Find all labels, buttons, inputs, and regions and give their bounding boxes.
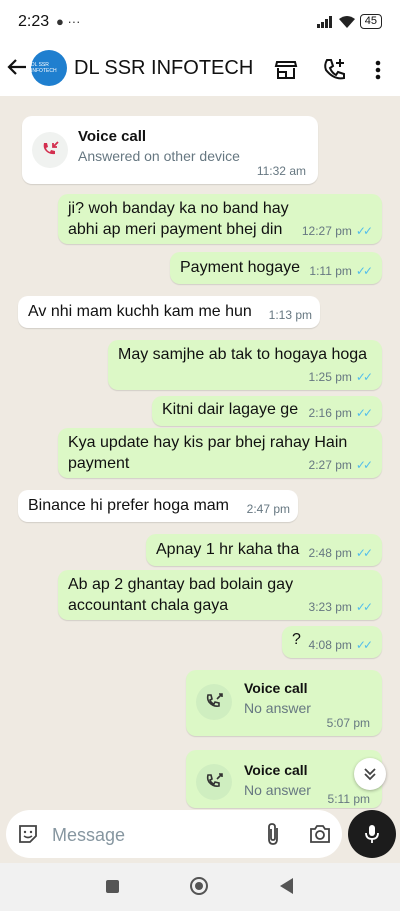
avatar-logo-text: DL SSR INFOTECH: [31, 62, 57, 74]
message-text: Payment hogaye: [180, 259, 301, 276]
attach-icon[interactable]: [262, 822, 284, 851]
system-nav-bar: [0, 863, 400, 911]
call-bubble[interactable]: Voice call No answer 5:07 pm: [186, 670, 382, 736]
message-text: ?: [292, 631, 301, 648]
read-ticks-icon: ✓✓: [355, 406, 373, 420]
mic-icon: [365, 825, 379, 843]
chevron-double-down-icon: [364, 768, 376, 781]
missed-call-icon: [32, 132, 68, 168]
status-right: 45: [316, 13, 382, 30]
message-time: 12:27 pm ✓✓: [301, 224, 373, 238]
chat-messages[interactable]: Voice call Answered on other device 11:3…: [0, 96, 400, 809]
read-ticks-icon: ✓✓: [355, 264, 373, 278]
message-bubble-out[interactable]: Kitni dair lagaye ge 2:16 pm ✓✓: [152, 396, 382, 426]
call-bubble[interactable]: Voice call Answered on other device 11:3…: [22, 116, 318, 184]
status-time: 2:23: [18, 13, 50, 30]
message-bubble-out[interactable]: ? 4:08 pm ✓✓: [282, 626, 382, 658]
phone-call-icon: [196, 684, 232, 720]
message-text: Av nhi mam kuchh kam me hun: [28, 303, 252, 320]
message-time: 5:11 pm: [327, 792, 370, 806]
read-ticks-icon: ✓✓: [355, 546, 373, 560]
message-text: May samjhe ab tak to hogaya hoga: [118, 346, 368, 363]
message-text: Binance hi prefer hoga mam: [28, 497, 229, 514]
read-ticks-icon: ✓✓: [355, 370, 373, 384]
chat-header: DL SSR INFOTECH DL SSR INFOTECH: [0, 44, 400, 96]
back-arrow-icon[interactable]: [6, 56, 28, 83]
call-title: Voice call: [78, 128, 147, 145]
read-ticks-icon: ✓✓: [355, 638, 373, 652]
battery-icon: 45: [359, 14, 382, 30]
call-title: Voice call: [244, 762, 308, 778]
message-time: 2:47 pm: [246, 502, 290, 516]
message-time: 2:16 pm ✓✓: [308, 406, 373, 420]
message-bubble-in[interactable]: Binance hi prefer hoga mam 2:47 pm: [18, 490, 298, 522]
more-vert-icon[interactable]: [364, 56, 392, 84]
status-bar: 2:23 ● ··· 45: [0, 0, 400, 44]
message-text: ji? woh banday ka no band hay abhi ap me…: [68, 200, 289, 238]
call-bubble[interactable]: Voice call No answer 5:11 pm: [186, 750, 382, 808]
message-text: Ab ap 2 ghantay bad bolain gay accountan…: [68, 576, 294, 614]
mic-button[interactable]: [348, 810, 396, 858]
message-composer: [6, 810, 342, 858]
store-icon[interactable]: [272, 56, 300, 84]
read-ticks-icon: ✓✓: [355, 600, 373, 614]
message-time: 3:23 pm ✓✓: [308, 600, 373, 614]
read-ticks-icon: ✓✓: [355, 224, 373, 238]
message-time: 4:08 pm ✓✓: [308, 638, 373, 652]
recents-icon[interactable]: [106, 880, 119, 893]
message-bubble-out[interactable]: Payment hogaye 1:11 pm ✓✓: [170, 252, 382, 284]
message-time: 1:25 pm ✓✓: [308, 370, 373, 384]
wifi-icon: [339, 15, 356, 28]
message-time: 1:11 pm ✓✓: [309, 264, 373, 278]
message-bubble-out[interactable]: Ab ap 2 ghantay bad bolain gay accountan…: [58, 570, 382, 620]
message-bubble-out[interactable]: ji? woh banday ka no band hay abhi ap me…: [58, 194, 382, 244]
read-ticks-icon: ✓✓: [355, 458, 373, 472]
message-bubble-in[interactable]: Av nhi mam kuchh kam me hun 1:13 pm: [18, 296, 320, 328]
message-time: 5:07 pm: [326, 716, 370, 730]
scroll-to-bottom-button[interactable]: [354, 758, 386, 790]
phone-call-icon: [196, 764, 232, 800]
sticker-icon[interactable]: [16, 822, 40, 851]
message-bubble-out[interactable]: Apnay 1 hr kaha tha 2:48 pm ✓✓: [146, 534, 382, 566]
message-text: Apnay 1 hr kaha tha: [156, 541, 300, 558]
back-nav-icon[interactable]: [280, 878, 293, 894]
call-status: No answer: [244, 700, 311, 716]
signal-icon: [316, 15, 332, 28]
call-status: No answer: [244, 782, 311, 798]
home-icon[interactable]: [190, 877, 208, 895]
notification-icons: ● ···: [56, 14, 81, 29]
call-status: Answered on other device: [78, 148, 240, 164]
message-time: 2:48 pm ✓✓: [308, 546, 373, 560]
message-input[interactable]: [50, 822, 254, 848]
call-title: Voice call: [244, 680, 308, 696]
camera-icon[interactable]: [308, 822, 332, 851]
message-bubble-out[interactable]: Kya update hay kis par bhej rahay Hain p…: [58, 428, 382, 478]
message-bubble-out[interactable]: May samjhe ab tak to hogaya hoga 1:25 pm…: [108, 340, 382, 390]
contact-name[interactable]: DL SSR INFOTECH: [74, 57, 253, 80]
message-time: 2:27 pm ✓✓: [308, 458, 373, 472]
message-time: 11:32 am: [256, 164, 306, 178]
add-call-icon[interactable]: [320, 56, 348, 84]
message-text: Kitni dair lagaye ge: [162, 401, 299, 418]
message-time: 1:13 pm: [268, 308, 312, 322]
avatar[interactable]: DL SSR INFOTECH: [31, 50, 67, 86]
